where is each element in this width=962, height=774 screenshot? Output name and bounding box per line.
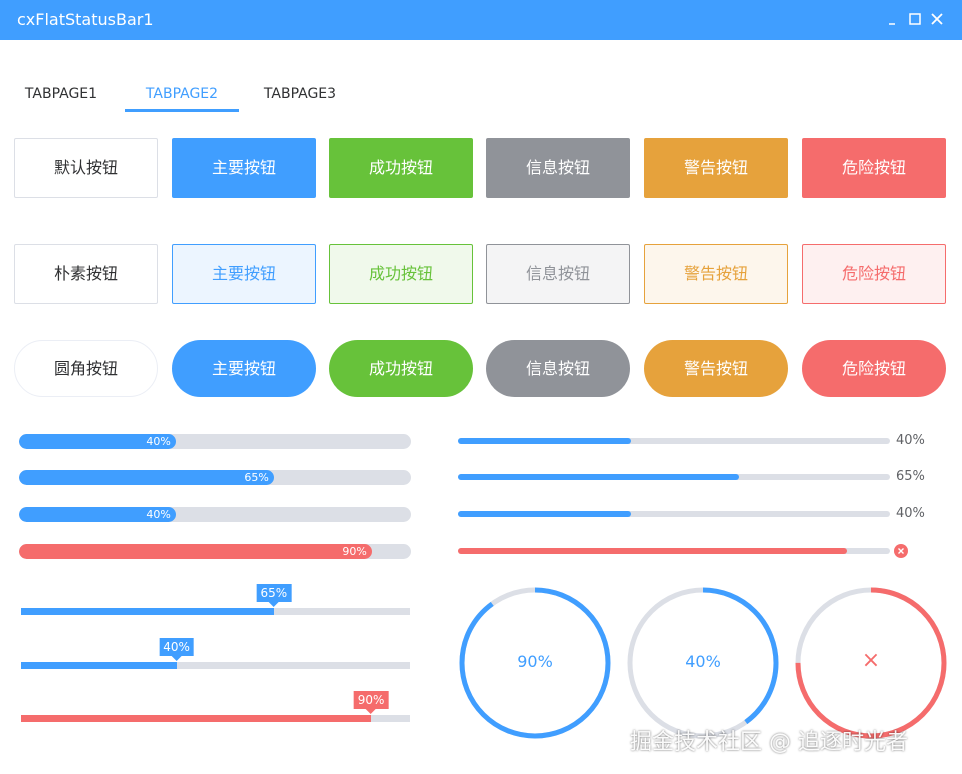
- minimize-icon[interactable]: [884, 10, 902, 28]
- progress-fill: 40%: [19, 434, 176, 449]
- danger-button[interactable]: 危险按钮: [802, 138, 946, 198]
- circle-progress: ×: [794, 586, 948, 740]
- tooltip-arrow: [268, 602, 279, 607]
- success-button[interactable]: 成功按钮: [329, 138, 473, 198]
- thin-progress-label: 40%: [896, 433, 925, 448]
- primary-button[interactable]: 主要按钮: [172, 138, 316, 198]
- tab-page1[interactable]: TABPAGE1: [20, 80, 102, 112]
- slider-tooltip: 65%: [256, 584, 292, 607]
- round-danger-button[interactable]: 危险按钮: [802, 340, 946, 397]
- tab-page2[interactable]: TABPAGE2: [125, 80, 239, 112]
- info-button[interactable]: 信息按钮: [486, 138, 630, 198]
- progress-label: 90%: [342, 545, 367, 558]
- plain-info-button[interactable]: 信息按钮: [486, 244, 630, 304]
- thin-progress-bar: [458, 548, 890, 554]
- circle-progress-label: 40%: [685, 652, 721, 671]
- watermark: 掘金技术社区 @ 追逐时光者: [630, 730, 908, 755]
- slider-tooltip: 90%: [353, 691, 389, 714]
- progress-fill: 90%: [19, 544, 372, 559]
- progress-bar: 90%: [19, 544, 411, 559]
- circle-progress-label: 90%: [517, 652, 553, 671]
- round-success-button[interactable]: 成功按钮: [329, 340, 473, 397]
- slider-track[interactable]: 65%: [21, 584, 410, 615]
- slider-tooltip: 40%: [159, 638, 194, 661]
- default-button[interactable]: 默认按钮: [14, 138, 158, 198]
- round-primary-button[interactable]: 主要按钮: [172, 340, 316, 397]
- tooltip-arrow: [171, 656, 182, 661]
- progress-fill: 40%: [19, 507, 176, 522]
- title-bar: cxFlatStatusBar1: [0, 0, 962, 40]
- progress-bar: 40%: [19, 434, 411, 449]
- warning-button[interactable]: 警告按钮: [644, 138, 788, 198]
- circle-progress: 40%: [626, 586, 780, 740]
- progress-label: 40%: [146, 435, 171, 448]
- tooltip-arrow: [366, 709, 377, 714]
- maximize-icon[interactable]: [906, 10, 924, 28]
- slider-fill: [21, 662, 177, 669]
- thin-progress-fill: [458, 474, 739, 480]
- thin-progress-bar: [458, 474, 890, 480]
- progress-bar: 40%: [19, 507, 411, 522]
- thin-progress-bar: [458, 438, 890, 444]
- progress-label: 65%: [244, 471, 269, 484]
- slider-track[interactable]: 40%: [21, 638, 410, 669]
- thin-progress-fill: [458, 511, 631, 517]
- progress-label: 40%: [146, 508, 171, 521]
- round-info-button[interactable]: 信息按钮: [486, 340, 630, 397]
- plain-danger-button[interactable]: 危险按钮: [802, 244, 946, 304]
- progress-fill: 65%: [19, 470, 274, 485]
- round-button[interactable]: 圆角按钮: [14, 340, 158, 397]
- thin-progress-fill: [458, 548, 847, 554]
- tab-strip: TABPAGE1 TABPAGE2 TABPAGE3: [0, 80, 962, 114]
- progress-bar: 65%: [19, 470, 411, 485]
- thin-progress-fill: [458, 438, 631, 444]
- close-icon[interactable]: [928, 10, 946, 28]
- slider-track[interactable]: 90%: [21, 691, 410, 722]
- plain-success-button[interactable]: 成功按钮: [329, 244, 473, 304]
- error-icon: [894, 544, 908, 558]
- thin-progress-bar: [458, 511, 890, 517]
- plain-button[interactable]: 朴素按钮: [14, 244, 158, 304]
- tab-page3[interactable]: TABPAGE3: [259, 80, 341, 112]
- slider-fill: [21, 715, 372, 722]
- thin-progress-label: 40%: [896, 506, 925, 521]
- circle-progress: 90%: [458, 586, 612, 740]
- exception-icon: ×: [861, 648, 881, 673]
- plain-warning-button[interactable]: 警告按钮: [644, 244, 788, 304]
- round-warning-button[interactable]: 警告按钮: [644, 340, 788, 397]
- window-title: cxFlatStatusBar1: [17, 10, 154, 29]
- plain-primary-button[interactable]: 主要按钮: [172, 244, 316, 304]
- thin-progress-label: 65%: [896, 469, 925, 484]
- slider-fill: [21, 608, 274, 615]
